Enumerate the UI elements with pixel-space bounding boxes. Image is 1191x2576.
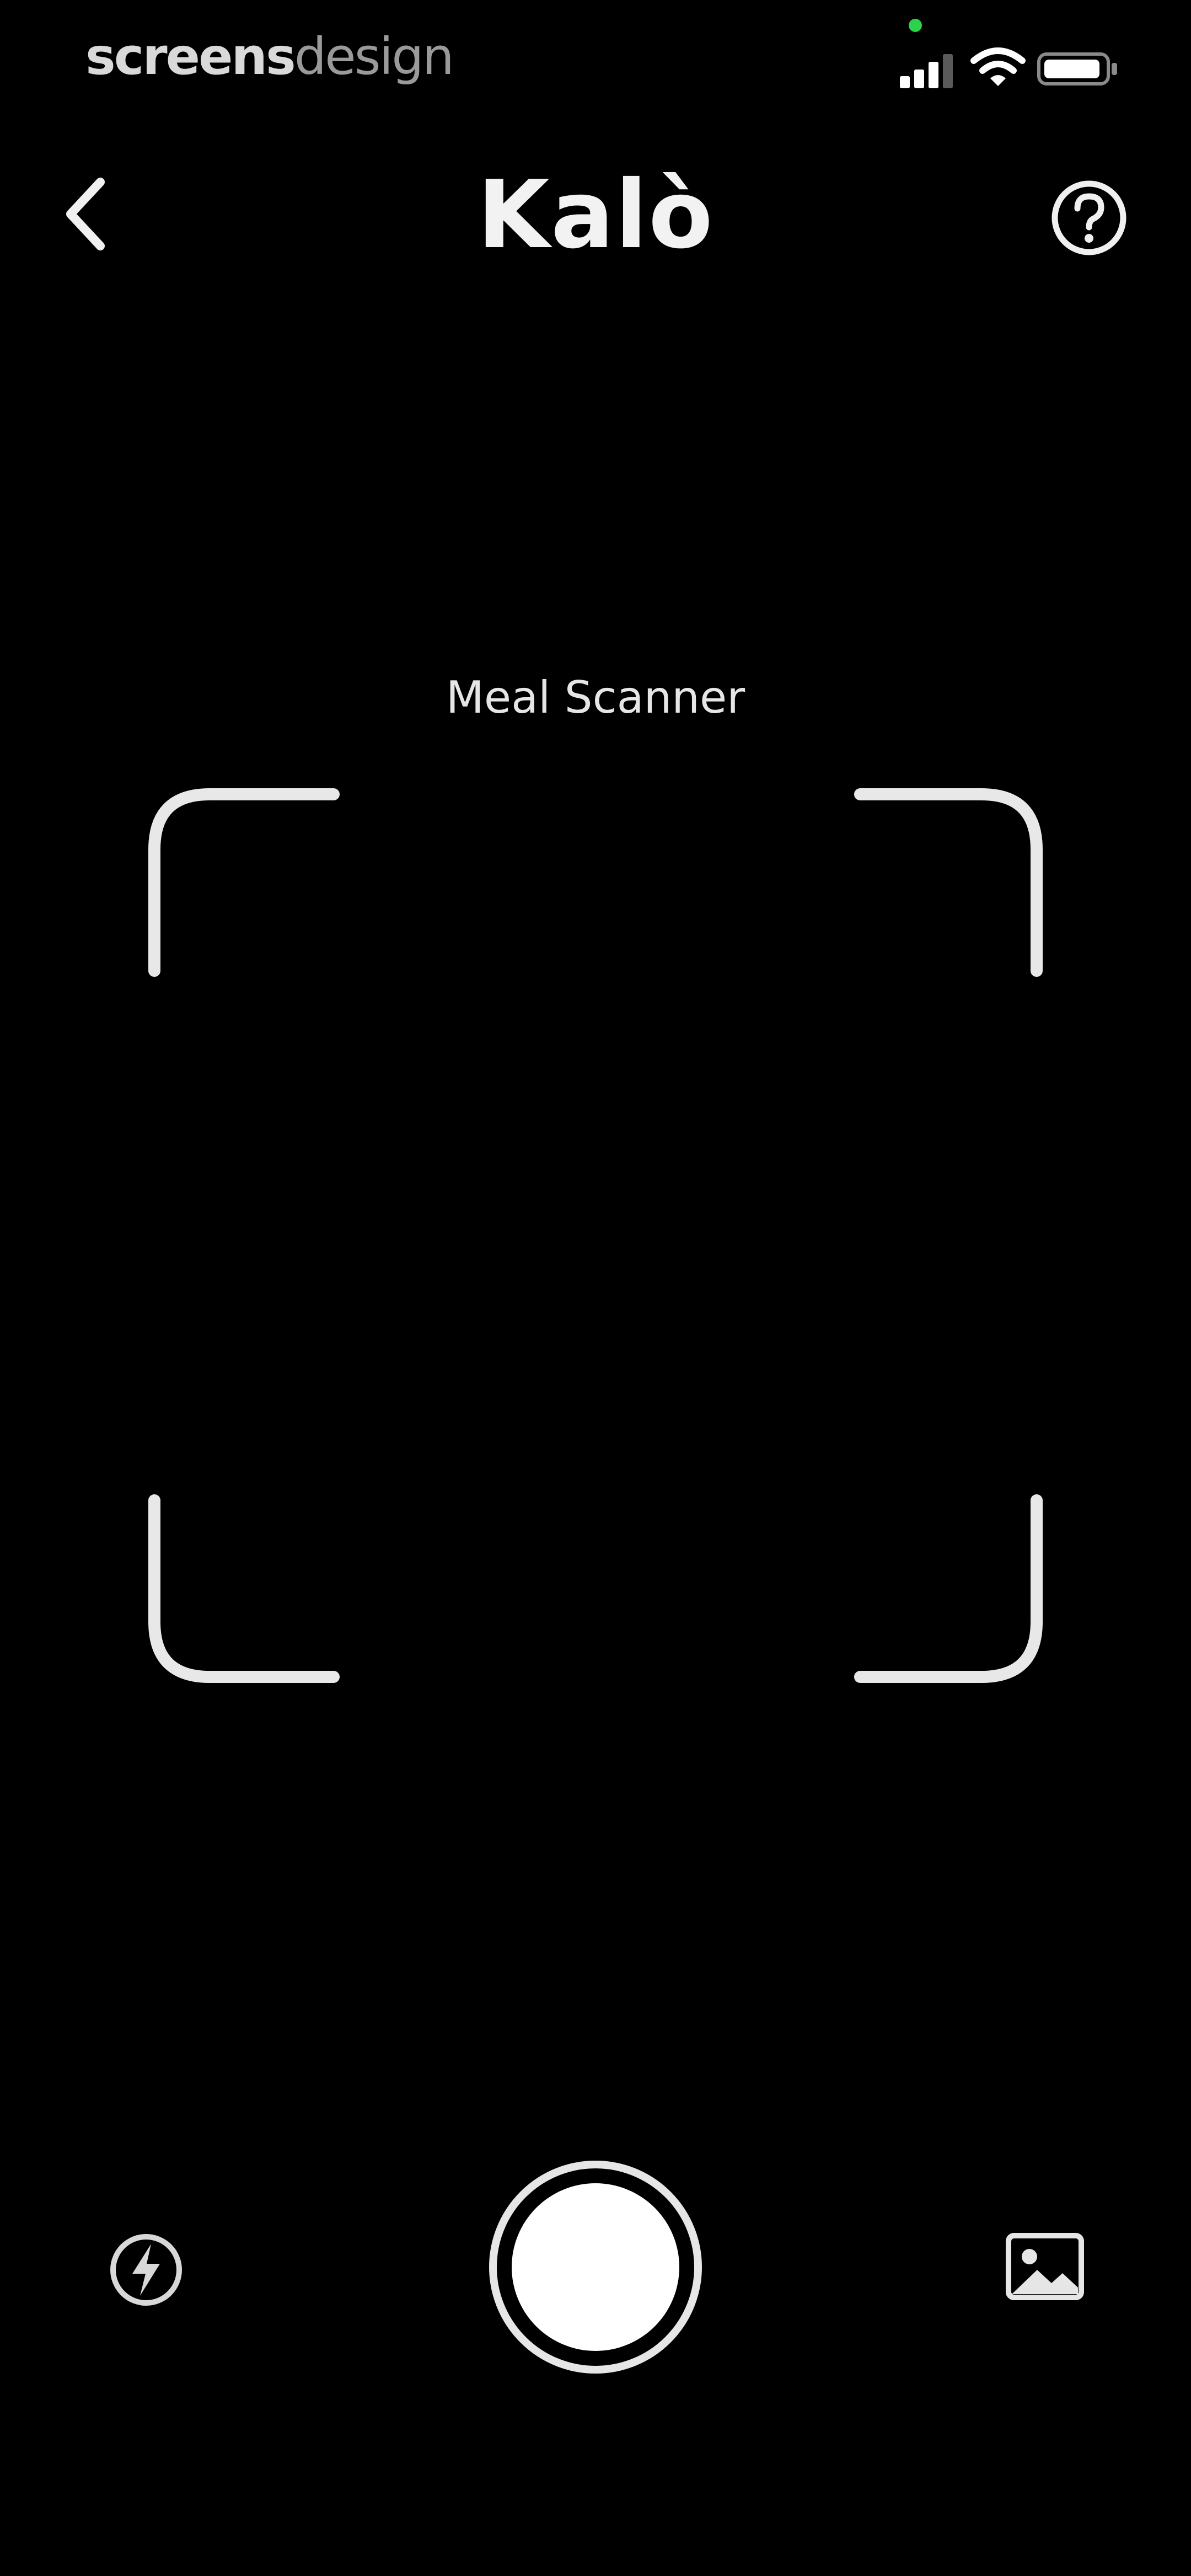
flash-button[interactable] xyxy=(105,2228,187,2311)
gallery-button[interactable] xyxy=(1001,2226,1089,2308)
watermark-bold: screens xyxy=(85,27,296,86)
chevron-left-icon xyxy=(66,178,105,250)
scanner-frame xyxy=(143,783,1048,1688)
frame-corner-top-right xyxy=(854,788,1043,977)
shutter-button[interactable] xyxy=(485,2157,706,2377)
flash-icon xyxy=(110,2234,182,2306)
watermark-light: design xyxy=(294,27,454,86)
privacy-indicator-dot xyxy=(909,19,922,32)
frame-corner-bottom-right xyxy=(854,1494,1043,1683)
back-button[interactable] xyxy=(50,165,121,265)
frame-corner-top-left xyxy=(148,788,340,977)
wifi-icon xyxy=(970,47,1026,89)
scanner-label: Meal Scanner xyxy=(446,672,745,723)
help-button[interactable] xyxy=(1048,177,1130,259)
battery-icon xyxy=(1037,50,1119,88)
photo-gallery-icon xyxy=(1006,2233,1084,2300)
question-circle-icon xyxy=(1051,180,1126,255)
app-title: Kalò xyxy=(477,161,714,270)
frame-corner-bottom-left xyxy=(148,1494,340,1683)
screensdesign-watermark: screensdesign xyxy=(85,26,454,87)
signal-icon xyxy=(898,51,958,89)
